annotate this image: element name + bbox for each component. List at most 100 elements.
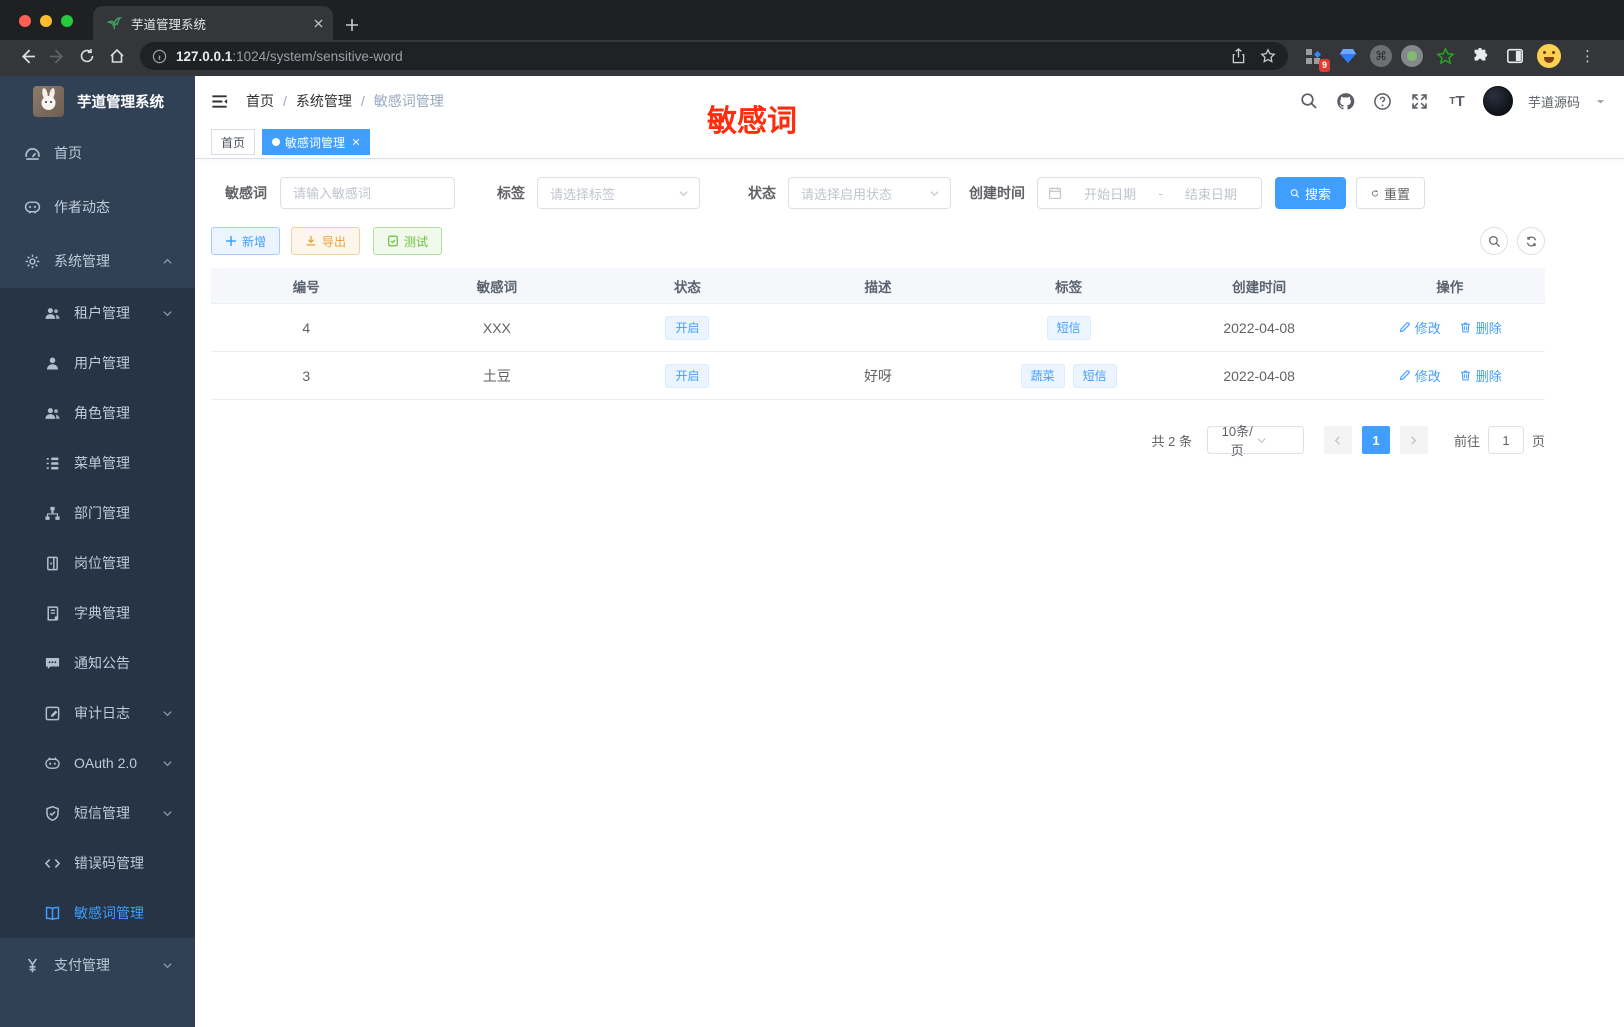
- date-range-picker[interactable]: 开始日期 - 结束日期: [1037, 177, 1262, 209]
- username-label[interactable]: 芋道源码: [1528, 92, 1580, 111]
- show-search-toggle-button[interactable]: [1480, 227, 1508, 255]
- reload-button[interactable]: [72, 42, 102, 70]
- back-button[interactable]: [12, 42, 42, 70]
- sidebar-item-user-mgmt[interactable]: 用户管理: [0, 338, 195, 388]
- sidebar-item-dict-mgmt[interactable]: 字典管理: [0, 588, 195, 638]
- site-info-icon[interactable]: [152, 49, 167, 64]
- command-extension-icon[interactable]: ⌘: [1370, 45, 1392, 67]
- tag-home[interactable]: 首页: [211, 129, 256, 155]
- sidebar-item-label: 部门管理: [74, 505, 130, 521]
- roles-icon: [44, 405, 61, 422]
- sidebar-item-error-code[interactable]: 错误码管理: [0, 838, 195, 888]
- help-icon[interactable]: [1372, 90, 1394, 112]
- new-tab-button[interactable]: [345, 18, 359, 32]
- chrome-menu-icon[interactable]: ⋮: [1580, 47, 1595, 65]
- author-chat-icon: [24, 199, 41, 216]
- search-icon[interactable]: [1298, 90, 1320, 112]
- tab-title: 芋道管理系统: [131, 17, 207, 32]
- share-icon[interactable]: [1231, 48, 1246, 64]
- export-button[interactable]: 导出: [291, 227, 361, 255]
- sidebar-item-post-mgmt[interactable]: 岗位管理: [0, 538, 195, 588]
- sidebar-item-tenant-mgmt[interactable]: 租户管理: [0, 288, 195, 338]
- sidebar-item-author-news[interactable]: 作者动态: [0, 180, 195, 234]
- calendar-icon: [1048, 186, 1062, 200]
- keyword-input[interactable]: [280, 177, 455, 209]
- notice-comment-icon: [44, 655, 61, 672]
- prev-page-button[interactable]: [1323, 426, 1352, 454]
- fullscreen-icon[interactable]: [1409, 90, 1431, 112]
- col-header-actions: 操作: [1436, 279, 1464, 295]
- sidebar-item-sensitive-word[interactable]: 敏感词管理: [0, 888, 195, 938]
- extensions-puzzle-icon[interactable]: [1467, 43, 1493, 69]
- tab-close-icon[interactable]: [314, 18, 323, 28]
- status-badge: 开启: [665, 315, 710, 340]
- tab-grid-extension-icon[interactable]: 9: [1300, 43, 1330, 72]
- sidebar-item-sms-mgmt[interactable]: 短信管理: [0, 788, 195, 838]
- chevron-down-icon: [929, 188, 940, 199]
- minimize-window-button[interactable]: [40, 15, 52, 27]
- status-filter-label: 状态: [748, 185, 776, 201]
- recorder-extension-icon[interactable]: [1401, 45, 1423, 67]
- add-button[interactable]: 新增: [211, 227, 281, 255]
- profile-avatar-icon[interactable]: [1537, 44, 1561, 68]
- search-button[interactable]: 搜索: [1275, 177, 1346, 209]
- date-end-placeholder[interactable]: 结束日期: [1171, 184, 1251, 203]
- breadcrumb-separator: /: [283, 93, 287, 109]
- edit-link[interactable]: 修改: [1398, 366, 1441, 385]
- sidebar-item-role-mgmt[interactable]: 角色管理: [0, 388, 195, 438]
- green-star-extension-icon[interactable]: [1432, 43, 1458, 69]
- goto-page-input[interactable]: [1487, 426, 1524, 454]
- sidebar-item-label: 短信管理: [74, 805, 130, 821]
- home-button[interactable]: [102, 42, 132, 70]
- col-header-id: 编号: [292, 279, 320, 295]
- sidebar-item-label: 角色管理: [74, 405, 130, 421]
- bookmark-star-icon[interactable]: [1260, 48, 1276, 64]
- forward-button[interactable]: [42, 42, 72, 70]
- sidebar-item-oauth[interactable]: OAuth 2.0: [0, 738, 195, 788]
- delete-link[interactable]: 删除: [1459, 366, 1502, 385]
- next-page-button[interactable]: [1399, 426, 1428, 454]
- sidebar-item-notice-mgmt[interactable]: 通知公告: [0, 638, 195, 688]
- sidebar-item-home[interactable]: 首页: [0, 126, 195, 180]
- side-panel-icon[interactable]: [1502, 43, 1528, 69]
- font-size-icon[interactable]: TT: [1446, 90, 1468, 112]
- sidebar-fold-icon[interactable]: [210, 92, 229, 111]
- date-start-placeholder[interactable]: 开始日期: [1070, 184, 1150, 203]
- breadcrumb-item-home[interactable]: 首页: [246, 91, 274, 111]
- sidebar-logo-row[interactable]: 芋道管理系统: [0, 76, 195, 126]
- page-number-button[interactable]: 1: [1361, 426, 1390, 454]
- cell-id: 3: [302, 367, 311, 384]
- gem-extension-icon[interactable]: [1335, 43, 1361, 69]
- sidebar-item-pay-mgmt[interactable]: 支付管理: [0, 938, 195, 992]
- gear-icon: [24, 253, 41, 270]
- sidebar-item-dept-mgmt[interactable]: 部门管理: [0, 488, 195, 538]
- sidebar-item-label: 支付管理: [54, 957, 110, 973]
- address-bar[interactable]: 127.0.0.1:1024/system/sensitive-word: [140, 42, 1288, 70]
- sidebar-item-menu-mgmt[interactable]: 菜单管理: [0, 438, 195, 488]
- tag-close-icon[interactable]: [352, 138, 360, 146]
- sidebar-item-system-mgmt[interactable]: 系统管理: [0, 234, 195, 288]
- github-icon[interactable]: [1335, 90, 1357, 112]
- browser-tab[interactable]: 芋道管理系统: [93, 6, 333, 40]
- user-menu-caret-icon[interactable]: [1595, 96, 1606, 107]
- page-size-select[interactable]: 10条/页: [1206, 424, 1304, 458]
- sidebar-item-label: 岗位管理: [74, 555, 130, 571]
- post-icon: [44, 555, 61, 572]
- breadcrumb-item-system[interactable]: 系统管理: [296, 91, 352, 111]
- sidebar-item-audit-log[interactable]: 审计日志: [0, 688, 195, 738]
- edit-link[interactable]: 修改: [1398, 318, 1441, 337]
- reset-button[interactable]: 重置: [1356, 177, 1425, 209]
- sidebar-item-label: 敏感词管理: [74, 905, 144, 921]
- test-button[interactable]: 测试: [373, 227, 443, 255]
- chevron-down-icon: [1256, 435, 1295, 446]
- status-select[interactable]: 请选择启用状态: [788, 177, 951, 209]
- tag-sensitive-word[interactable]: 敏感词管理: [262, 129, 371, 155]
- user-avatar[interactable]: [1482, 86, 1513, 116]
- zoom-window-button[interactable]: [61, 15, 73, 27]
- refresh-table-button[interactable]: [1517, 227, 1545, 255]
- tag-select[interactable]: 请选择标签: [537, 177, 700, 209]
- status-badge: 开启: [665, 363, 710, 388]
- delete-link[interactable]: 删除: [1459, 318, 1502, 337]
- extension-badge: 9: [1318, 59, 1330, 72]
- close-window-button[interactable]: [19, 15, 31, 27]
